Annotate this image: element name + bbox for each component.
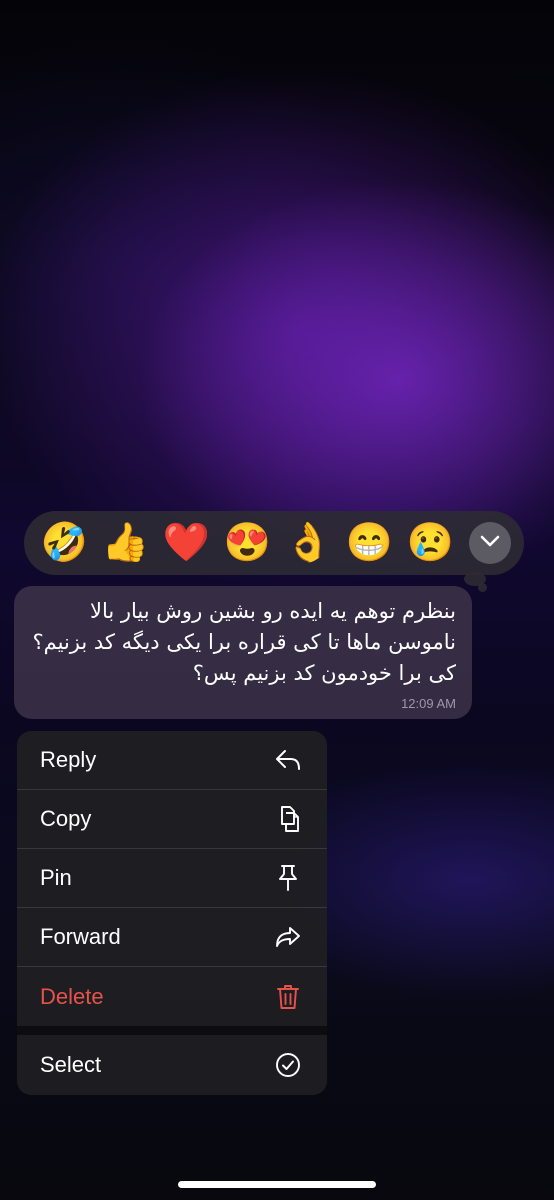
menu-item-reply[interactable]: Reply <box>17 731 327 790</box>
trash-icon <box>273 982 303 1012</box>
reaction-ok-hand[interactable]: 👌 <box>278 511 339 575</box>
message-line: بنظرم توهم یه ایده رو بشین روش بیار بالا <box>90 599 456 623</box>
reaction-thumbs-up[interactable]: 👍 <box>95 511 156 575</box>
menu-item-label: Select <box>40 1051 102 1077</box>
more-reactions-button[interactable] <box>469 522 511 564</box>
reaction-bar: 🤣 👍 ❤️ 😍 👌 😁 😢 <box>24 511 524 575</box>
reaction-heart-eyes[interactable]: 😍 <box>217 511 278 575</box>
menu-item-label: Copy <box>40 806 92 831</box>
message-line: کی برا خودمون کد بزنیم پس؟ <box>192 661 456 685</box>
menu-item-label: Pin <box>40 865 72 890</box>
context-menu: Reply Copy Pin Forward Delete Select <box>17 731 327 1095</box>
copy-icon <box>273 804 303 834</box>
reaction-rofl[interactable]: 🤣 <box>34 511 95 575</box>
menu-item-pin[interactable]: Pin <box>17 849 327 908</box>
menu-item-copy[interactable]: Copy <box>17 790 327 849</box>
message-bubble[interactable]: بنظرم توهم یه ایده رو بشین روش بیار بالا… <box>14 586 472 719</box>
menu-item-select[interactable]: Select <box>17 1035 327 1094</box>
reaction-heart[interactable]: ❤️ <box>156 511 217 575</box>
menu-item-label: Delete <box>40 983 104 1009</box>
message-timestamp: 12:09 AM <box>401 696 456 711</box>
reaction-crying[interactable]: 😢 <box>400 511 461 575</box>
pin-icon <box>273 863 303 893</box>
checkmark-circle-icon <box>273 1050 303 1080</box>
menu-separator <box>17 1026 327 1035</box>
menu-item-label: Reply <box>40 747 97 772</box>
forward-icon <box>273 922 303 952</box>
menu-item-delete[interactable]: Delete <box>17 967 327 1026</box>
reaction-grin[interactable]: 😁 <box>339 511 400 575</box>
reaction-bar-tail-dot <box>478 583 487 592</box>
reply-icon <box>273 745 303 775</box>
menu-item-label: Forward <box>40 924 121 949</box>
message-line: ناموسن ماها تا کی قراره برا یکی دیگه کد … <box>32 630 457 654</box>
message-text: بنظرم توهم یه ایده رو بشین روش بیار بالا… <box>28 596 457 689</box>
chevron-down-icon <box>480 534 500 552</box>
home-indicator[interactable] <box>178 1181 376 1188</box>
menu-item-forward[interactable]: Forward <box>17 908 327 967</box>
